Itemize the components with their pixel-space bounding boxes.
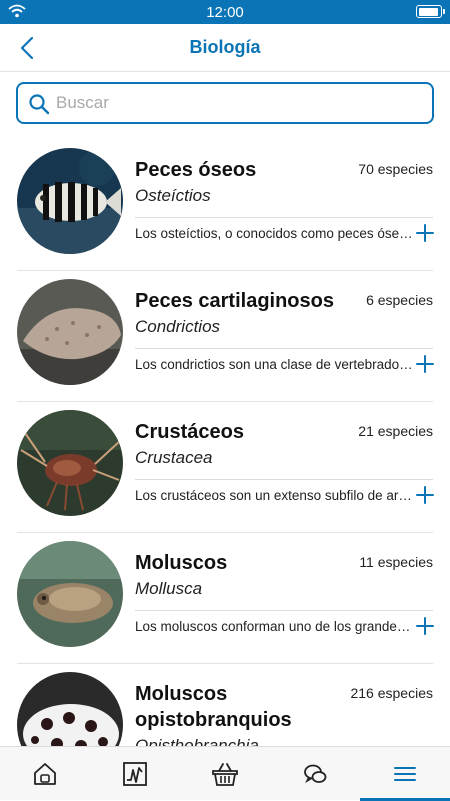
home-icon bbox=[34, 763, 56, 785]
cartilaginous-fish-image bbox=[17, 279, 123, 385]
list-item[interactable]: Peces cartilaginosos 6 especies Condrict… bbox=[0, 271, 450, 402]
basket-icon bbox=[212, 763, 238, 786]
item-name: Peces cartilaginosos bbox=[135, 290, 334, 312]
divider bbox=[135, 348, 433, 349]
divider bbox=[135, 217, 433, 218]
expand-button[interactable] bbox=[415, 222, 435, 244]
list-item[interactable]: Crustáceos 21 especies Crustacea Los cru… bbox=[0, 402, 450, 533]
item-description: Los moluscos conforman uno de los grande… bbox=[135, 619, 413, 634]
tab-basket[interactable] bbox=[180, 747, 270, 801]
expand-button[interactable] bbox=[415, 615, 435, 637]
item-species-count: 11 especies bbox=[359, 554, 433, 570]
mollusc-image bbox=[17, 541, 123, 647]
tab-home[interactable] bbox=[0, 747, 90, 801]
divider bbox=[135, 479, 433, 480]
expand-button[interactable] bbox=[415, 353, 435, 375]
search-icon bbox=[28, 93, 50, 120]
sea-slug-image bbox=[17, 672, 123, 746]
tab-chat[interactable] bbox=[270, 747, 360, 801]
chat-icon bbox=[304, 764, 327, 784]
item-name: Moluscos bbox=[135, 552, 228, 574]
item-name: Peces óseos bbox=[135, 159, 257, 181]
plus-icon bbox=[416, 617, 434, 635]
nav-bar: Biología bbox=[0, 24, 450, 72]
list-item[interactable]: Moluscos 11 especies Mollusca Los molusc… bbox=[0, 533, 450, 664]
expand-button[interactable] bbox=[415, 484, 435, 506]
page-title: Biología bbox=[189, 37, 261, 57]
item-description: Los crustáceos son un extenso subfilo de… bbox=[135, 488, 413, 503]
crustacean-image bbox=[17, 410, 123, 516]
menu-icon bbox=[394, 767, 416, 781]
list-item[interactable]: Peces óseos 70 especies Osteíctios Los o… bbox=[0, 140, 450, 271]
divider bbox=[135, 610, 433, 611]
item-name: Crustáceos bbox=[135, 421, 244, 443]
item-description: Los condrictios son una clase de vertebr… bbox=[135, 357, 413, 372]
tab-menu[interactable] bbox=[360, 747, 450, 801]
list-item[interactable]: Moluscos opistobranquios 216 especies Op… bbox=[0, 664, 450, 746]
item-latin-name: Crustacea bbox=[135, 448, 213, 467]
item-latin-name: Mollusca bbox=[135, 579, 203, 598]
tab-chart[interactable] bbox=[90, 747, 180, 801]
item-latin-name: Opisthobranchia bbox=[135, 736, 259, 746]
chart-icon bbox=[123, 762, 147, 786]
bony-fish-image bbox=[17, 148, 123, 254]
item-name: Moluscos opistobranquios bbox=[135, 683, 292, 731]
item-latin-name: Condrictios bbox=[135, 317, 221, 336]
item-species-count: 21 especies bbox=[358, 423, 433, 439]
item-description: Los osteíctios, o conocidos como peces ó… bbox=[135, 226, 413, 241]
plus-icon bbox=[416, 224, 434, 242]
status-time: 12:00 bbox=[206, 4, 244, 21]
status-bar: 12:00 bbox=[0, 0, 450, 24]
item-species-count: 216 especies bbox=[350, 685, 433, 701]
item-species-count: 70 especies bbox=[358, 161, 433, 177]
search-bar[interactable] bbox=[16, 82, 434, 124]
item-latin-name: Osteíctios bbox=[135, 186, 211, 205]
plus-icon bbox=[416, 355, 434, 373]
search-input[interactable] bbox=[56, 90, 416, 116]
tab-bar bbox=[0, 746, 450, 801]
category-list: Peces óseos 70 especies Osteíctios Los o… bbox=[0, 140, 450, 746]
battery-icon bbox=[416, 5, 445, 18]
item-species-count: 6 especies bbox=[366, 292, 433, 308]
plus-icon bbox=[416, 486, 434, 504]
